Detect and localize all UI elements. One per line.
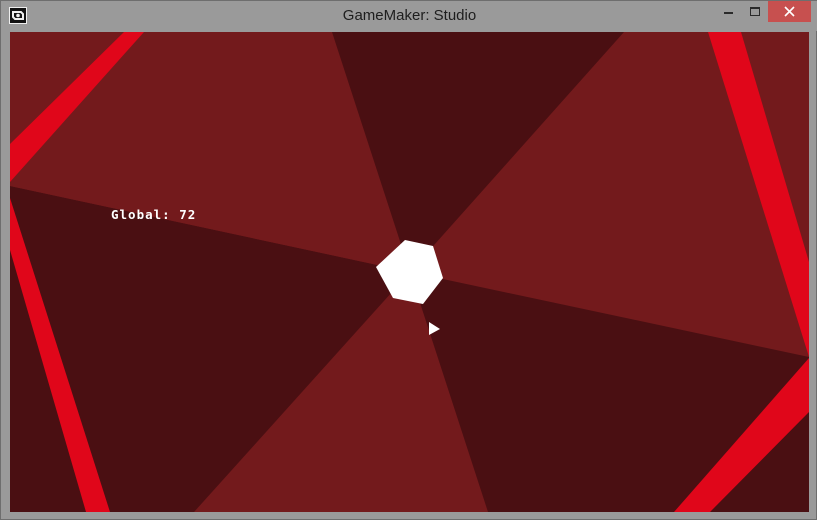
game-canvas: [10, 32, 809, 512]
maximize-button[interactable]: [742, 1, 767, 22]
close-icon: [784, 6, 795, 17]
hud-global-counter: Global: 72: [111, 207, 197, 222]
close-button[interactable]: [768, 1, 811, 22]
window-title: GameMaker: Studio: [342, 7, 477, 24]
hud-label: Global: [111, 207, 163, 222]
game-viewport[interactable]: Global: 72: [10, 32, 809, 512]
hud-value: 72: [179, 207, 197, 222]
app-window: GameMaker: Studio Global: 72: [0, 0, 817, 520]
title-bar[interactable]: GameMaker: Studio: [1, 1, 817, 31]
minimize-button[interactable]: [716, 1, 741, 22]
